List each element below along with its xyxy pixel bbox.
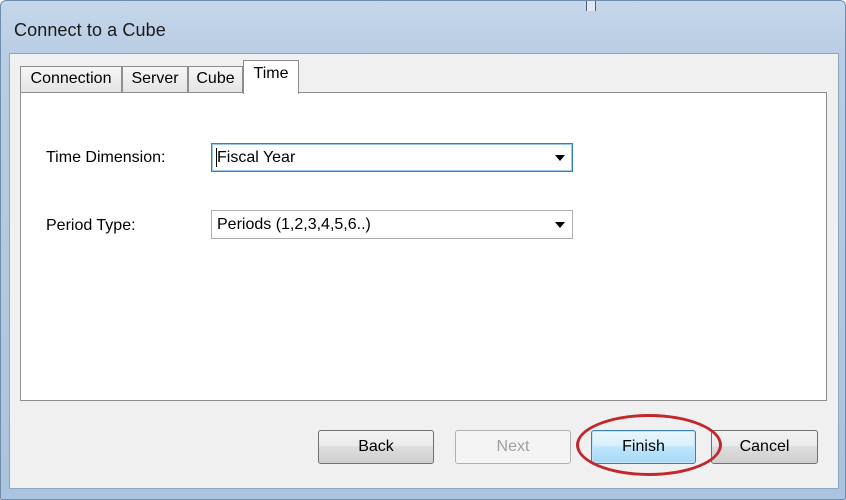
dialog-window: Connect to a Cube Connection Server Cube…	[0, 0, 846, 500]
tab-time[interactable]: Time	[243, 60, 299, 94]
time-dimension-dropdown[interactable]: Fiscal Year	[211, 143, 573, 172]
time-dimension-value: Fiscal Year	[217, 149, 296, 166]
next-button[interactable]: Next	[455, 430, 571, 464]
tab-server[interactable]: Server	[122, 66, 188, 92]
dialog-title: Connect to a Cube	[14, 20, 166, 40]
time-dimension-label: Time Dimension:	[46, 149, 166, 166]
title-bar[interactable]: Connect to a Cube	[1, 1, 845, 53]
period-type-dropdown[interactable]: Periods (1,2,3,4,5,6..)	[211, 210, 573, 239]
tab-page-time: Time Dimension: Fiscal Year Period Type:…	[20, 92, 827, 401]
tab-cube[interactable]: Cube	[188, 66, 243, 92]
chevron-down-icon[interactable]	[555, 155, 565, 161]
cancel-button[interactable]: Cancel	[711, 430, 818, 464]
period-type-label: Period Type:	[46, 217, 136, 234]
finish-button[interactable]: Finish	[591, 430, 696, 464]
tab-connection[interactable]: Connection	[20, 66, 122, 92]
dialog-client-area: Connection Server Cube Time Time Dimensi…	[9, 53, 839, 489]
back-button[interactable]: Back	[318, 430, 434, 464]
background-window-edge	[586, 1, 596, 11]
chevron-down-icon[interactable]	[555, 222, 565, 228]
period-type-value: Periods (1,2,3,4,5,6..)	[217, 216, 371, 233]
